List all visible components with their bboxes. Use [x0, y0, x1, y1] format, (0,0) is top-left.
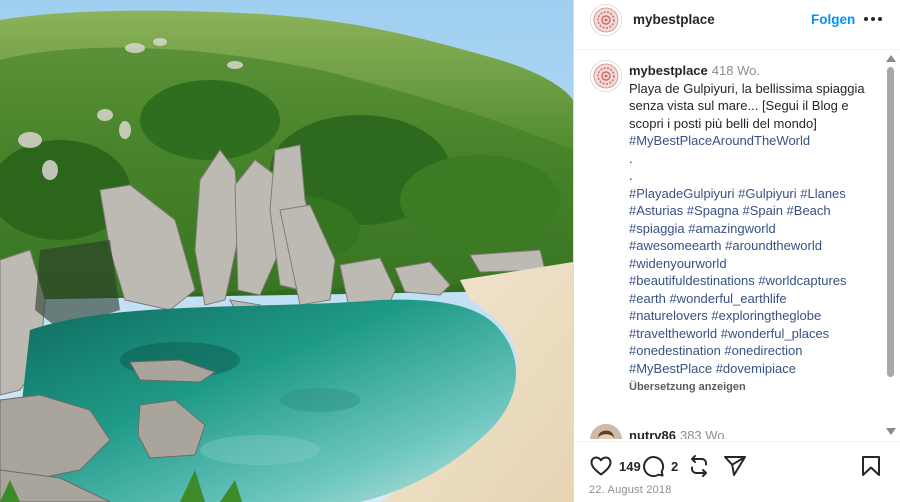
- caption-line[interactable]: #widenyourworld: [629, 255, 883, 273]
- comments-section: mybestplace 418 Wo. Playa de Gulpiyuri, l…: [574, 51, 900, 439]
- profile-avatar[interactable]: [590, 4, 622, 36]
- caption-line[interactable]: #earth #wonderful_earthlife: [629, 290, 883, 308]
- beach-landscape-illustration: [0, 0, 573, 502]
- send-icon: [724, 456, 746, 476]
- caption-line[interactable]: #traveltheworld #wonderful_places: [629, 325, 883, 343]
- mandala-logo-icon: [593, 7, 619, 33]
- repost-button[interactable]: [687, 454, 711, 478]
- commenter-avatar[interactable]: [590, 424, 622, 439]
- caption-line: .: [629, 150, 633, 166]
- scroll-thumb[interactable]: [887, 67, 894, 377]
- comments-scrollbar[interactable]: [884, 50, 898, 440]
- comment-age[interactable]: 383 Wo.: [680, 428, 728, 439]
- mandala-logo-icon: [593, 63, 619, 89]
- post-image: [0, 0, 573, 502]
- caption-line[interactable]: #naturelovers #exploringtheglobe: [629, 307, 883, 325]
- action-bar: 149 2: [574, 441, 900, 481]
- heart-icon: [590, 456, 612, 476]
- caption-line[interactable]: #MyBestPlace #dovemipiace: [629, 360, 883, 378]
- follow-button[interactable]: Folgen: [811, 12, 855, 27]
- post-date[interactable]: 22. August 2018: [589, 484, 672, 496]
- caption-text: Playa de Gulpiyuri, la bellissima spiagg…: [629, 80, 865, 131]
- comment-bubble-icon: [643, 456, 665, 478]
- post-header: mybestplace Folgen: [574, 0, 900, 50]
- caption-avatar[interactable]: [590, 60, 622, 92]
- caption-line[interactable]: #Asturias #Spagna #Spain #Beach: [629, 202, 883, 220]
- caption-age[interactable]: 418 Wo.: [712, 63, 760, 78]
- caption-username[interactable]: mybestplace: [629, 63, 708, 78]
- caption-line[interactable]: #spiaggia #amazingworld: [629, 220, 883, 238]
- scroll-up-arrow-icon[interactable]: [886, 55, 896, 62]
- post-caption: mybestplace 418 Wo. Playa de Gulpiyuri, l…: [629, 62, 883, 397]
- repost-icon: [691, 455, 707, 477]
- caption-line[interactable]: #awesomeearth #aroundtheworld: [629, 237, 883, 255]
- translate-link[interactable]: Übersetzung anzeigen: [629, 379, 883, 397]
- like-button[interactable]: 149: [589, 454, 641, 478]
- comment-item: nutrv86 383 Wo.: [590, 424, 728, 439]
- scroll-down-arrow-icon[interactable]: [886, 428, 896, 435]
- caption-line: .: [629, 168, 633, 183]
- caption-line[interactable]: #beautifuldestinations #worldcaptures: [629, 272, 883, 290]
- comment-username[interactable]: nutrv86: [629, 428, 676, 439]
- share-button[interactable]: [723, 454, 747, 478]
- instagram-post-dialog: mybestplace Folgen mybestplace 418 Wo. Pl…: [0, 0, 900, 502]
- bookmark-icon: [862, 456, 880, 476]
- caption-line[interactable]: #MyBestPlaceAroundTheWorld: [629, 132, 883, 150]
- save-button[interactable]: [859, 454, 883, 478]
- header-username[interactable]: mybestplace: [633, 12, 715, 27]
- caption-line[interactable]: #onedestination #onedirection: [629, 342, 883, 360]
- caption-line[interactable]: #PlayadeGulpiyuri #Gulpiyuri #Llanes: [629, 185, 883, 203]
- more-horizontal-icon[interactable]: [861, 9, 885, 29]
- comment-meta: nutrv86 383 Wo.: [629, 428, 728, 439]
- user-photo-icon: [590, 424, 622, 439]
- comment-button[interactable]: 2: [641, 454, 678, 478]
- post-side-panel: mybestplace Folgen mybestplace 418 Wo. Pl…: [573, 0, 900, 502]
- comment-count[interactable]: 2: [671, 459, 678, 474]
- like-count[interactable]: 149: [619, 459, 641, 474]
